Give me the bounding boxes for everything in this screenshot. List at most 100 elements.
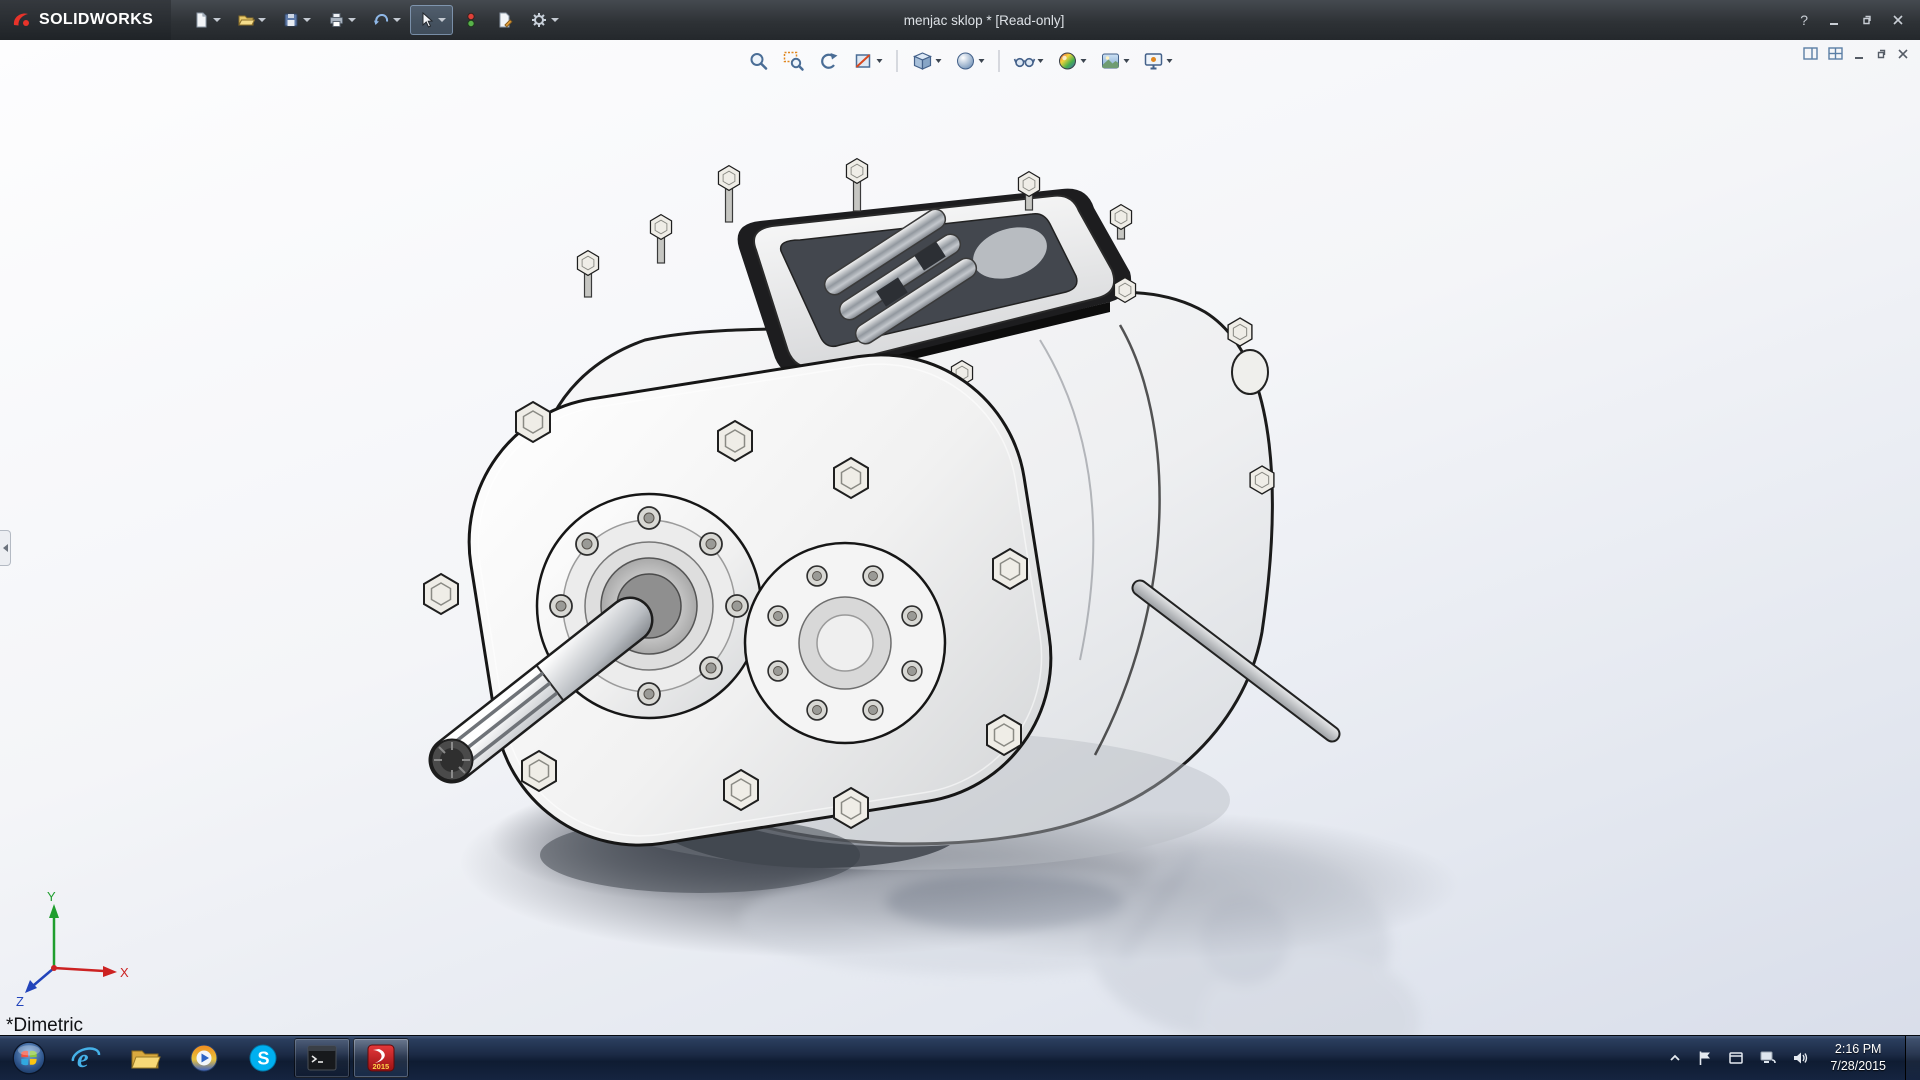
pane-icon bbox=[1803, 47, 1818, 60]
zoom-to-fit-button[interactable] bbox=[744, 47, 774, 75]
windows-taskbar: e bbox=[0, 1035, 1920, 1080]
close-icon bbox=[1897, 48, 1909, 60]
chevron-left-icon bbox=[3, 544, 8, 552]
restore-icon bbox=[1860, 14, 1872, 26]
internet-explorer-icon: e bbox=[70, 1042, 102, 1074]
minimize-icon bbox=[1853, 48, 1865, 60]
headsup-view-toolbar bbox=[744, 47, 1177, 75]
internet-explorer-button[interactable]: e bbox=[58, 1038, 114, 1078]
close-icon bbox=[1892, 14, 1904, 26]
open-folder-icon bbox=[237, 11, 255, 29]
document-close-button[interactable] bbox=[1896, 47, 1910, 61]
dropdown-arrow-icon bbox=[1167, 59, 1173, 63]
pane-toggle-button[interactable] bbox=[1802, 46, 1819, 61]
svg-text:2015: 2015 bbox=[373, 1062, 390, 1071]
toolbar-separator bbox=[897, 50, 898, 72]
apply-scene-button[interactable] bbox=[1096, 47, 1134, 75]
featuremanager-flyout-tab[interactable] bbox=[0, 530, 11, 566]
triad-z-label: Z bbox=[16, 994, 24, 1009]
edit-appearance-button[interactable] bbox=[1053, 47, 1091, 75]
view-settings-icon bbox=[1143, 50, 1165, 72]
show-hidden-icons-button[interactable] bbox=[1666, 1049, 1684, 1067]
open-button[interactable] bbox=[230, 5, 273, 35]
skype-button[interactable]: S bbox=[235, 1038, 291, 1078]
windows-update-button[interactable] bbox=[1726, 1048, 1746, 1068]
print-button[interactable] bbox=[320, 5, 363, 35]
show-desktop-button[interactable] bbox=[1905, 1036, 1920, 1080]
flag-icon bbox=[1697, 1050, 1713, 1066]
apply-scene-icon bbox=[1100, 50, 1122, 72]
select-button[interactable] bbox=[410, 5, 453, 35]
volume-button[interactable] bbox=[1790, 1048, 1811, 1068]
document-restore-button[interactable] bbox=[1874, 47, 1888, 61]
close-button[interactable] bbox=[1890, 12, 1906, 28]
network-button[interactable] bbox=[1757, 1048, 1779, 1068]
dropdown-arrow-icon bbox=[348, 18, 356, 22]
view-orientation-button[interactable] bbox=[908, 47, 946, 75]
undo-button[interactable] bbox=[365, 5, 408, 35]
toolbar-separator bbox=[999, 50, 1000, 72]
taskbar-clock[interactable]: 2:16 PM 7/28/2015 bbox=[1822, 1041, 1894, 1076]
dropdown-arrow-icon bbox=[213, 18, 221, 22]
dropdown-arrow-icon bbox=[1038, 59, 1044, 63]
view-orientation-cube-icon bbox=[912, 50, 934, 72]
brand-text: SOLIDWORKS bbox=[39, 11, 153, 29]
previous-view-button[interactable] bbox=[814, 47, 844, 75]
view-settings-button[interactable] bbox=[1139, 47, 1177, 75]
pane-toggle-2-button[interactable] bbox=[1827, 46, 1844, 61]
save-icon bbox=[282, 11, 300, 29]
media-player-button[interactable] bbox=[176, 1038, 232, 1078]
windows-start-orb-icon bbox=[12, 1038, 46, 1078]
pane-grid-icon bbox=[1828, 47, 1843, 60]
svg-text:S: S bbox=[258, 1049, 270, 1069]
dropdown-arrow-icon bbox=[1124, 59, 1130, 63]
window-icon bbox=[1728, 1050, 1744, 1066]
new-document-button[interactable] bbox=[185, 5, 228, 35]
file-properties-button[interactable] bbox=[489, 5, 521, 35]
dropdown-arrow-icon bbox=[877, 59, 883, 63]
save-button[interactable] bbox=[275, 5, 318, 35]
print-icon bbox=[327, 11, 345, 29]
document-minimize-button[interactable] bbox=[1852, 47, 1866, 61]
display-style-button[interactable] bbox=[951, 47, 989, 75]
rebuild-button[interactable] bbox=[455, 5, 487, 35]
window-title: menjac sklop * [Read-only] bbox=[904, 0, 1065, 40]
options-button[interactable] bbox=[523, 5, 566, 35]
standard-toolbar bbox=[185, 5, 566, 35]
document-window-controls bbox=[1802, 46, 1910, 61]
section-view-button[interactable] bbox=[849, 47, 887, 75]
solidworks-app-icon: 2015 bbox=[366, 1043, 396, 1073]
dropdown-arrow-icon bbox=[936, 59, 942, 63]
minimize-icon bbox=[1828, 14, 1840, 26]
titlebar: SOLIDWORKS bbox=[0, 0, 1920, 40]
section-view-icon bbox=[853, 50, 875, 72]
new-document-icon bbox=[192, 11, 210, 29]
solidworks-taskbar-button[interactable]: 2015 bbox=[353, 1038, 409, 1078]
windows-explorer-button[interactable] bbox=[117, 1038, 173, 1078]
media-player-icon bbox=[188, 1042, 220, 1074]
reference-triad: Y X Z bbox=[14, 888, 139, 1013]
dropdown-arrow-icon bbox=[1081, 59, 1087, 63]
hide-show-items-button[interactable] bbox=[1010, 47, 1048, 75]
help-glyph: ? bbox=[1800, 13, 1808, 27]
clock-time: 2:16 PM bbox=[1830, 1041, 1886, 1059]
command-prompt-button[interactable] bbox=[294, 1038, 350, 1078]
gearbox-model[interactable] bbox=[0, 40, 1920, 1035]
dropdown-arrow-icon bbox=[438, 18, 446, 22]
appearance-ball-icon bbox=[1057, 50, 1079, 72]
maximize-button[interactable] bbox=[1858, 12, 1874, 28]
display-style-icon bbox=[955, 50, 977, 72]
dassault-logo-icon bbox=[10, 9, 32, 31]
minimize-button[interactable] bbox=[1826, 12, 1842, 28]
action-center-button[interactable] bbox=[1695, 1048, 1715, 1068]
graphics-area[interactable]: Y X Z *Dimetric bbox=[0, 40, 1920, 1035]
command-prompt-icon bbox=[307, 1045, 337, 1071]
start-button[interactable] bbox=[6, 1036, 52, 1080]
file-properties-icon bbox=[496, 11, 514, 29]
help-button[interactable]: ? bbox=[1798, 11, 1810, 29]
window-controls: ? bbox=[1798, 11, 1920, 29]
zoom-to-area-button[interactable] bbox=[779, 47, 809, 75]
zoom-to-area-icon bbox=[783, 50, 805, 72]
view-orientation-label: *Dimetric bbox=[6, 1016, 83, 1035]
rebuild-icon bbox=[462, 11, 480, 29]
